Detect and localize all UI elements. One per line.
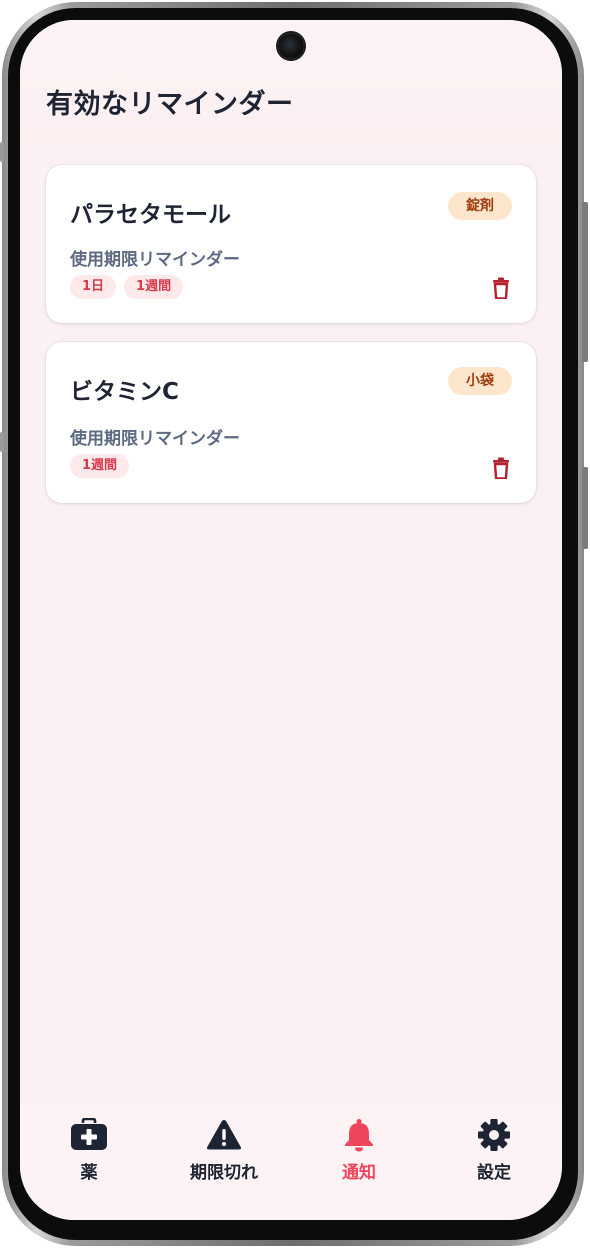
page-title: 有効なリマインダー <box>46 89 294 120</box>
volume-button <box>582 202 588 362</box>
gear-icon <box>478 1119 510 1151</box>
medicine-type-badge: 小袋 <box>448 367 512 395</box>
reminder-subtitle: 使用期限リマインダー <box>70 429 240 449</box>
bottom-navigation: 薬 期限切れ 通知 設定 <box>20 1104 562 1220</box>
reminder-chip: 1週間 <box>70 454 130 478</box>
reminder-chip: 1日 <box>70 275 117 299</box>
reminder-chips: 1日 1週間 <box>70 275 184 299</box>
bell-icon <box>345 1119 373 1152</box>
medicine-type-badge: 錠剤 <box>448 192 512 220</box>
reminder-chip: 1週間 <box>124 275 184 299</box>
reminder-card[interactable]: ビタミンC 小袋 使用期限リマインダー 1週間 <box>46 342 536 503</box>
nav-label: 薬 <box>80 1163 98 1183</box>
nav-label: 通知 <box>342 1163 376 1183</box>
warning-icon <box>207 1120 241 1150</box>
delete-icon[interactable] <box>492 277 510 299</box>
side-marker <box>0 432 4 452</box>
front-camera <box>278 33 304 59</box>
reminder-card[interactable]: パラセタモール 錠剤 使用期限リマインダー 1日 1週間 <box>46 165 536 323</box>
medicine-name: パラセタモール <box>70 202 231 228</box>
nav-label: 設定 <box>477 1163 511 1183</box>
nav-label: 期限切れ <box>190 1163 258 1183</box>
side-marker <box>0 142 4 162</box>
nav-item-expired[interactable]: 期限切れ <box>164 1118 284 1188</box>
medicine-kit-icon <box>71 1118 107 1150</box>
reminder-subtitle: 使用期限リマインダー <box>70 250 240 270</box>
app-screen: 有効なリマインダー パラセタモール 錠剤 使用期限リマインダー 1日 1週間 ビ… <box>20 20 562 1220</box>
power-button <box>582 467 588 549</box>
nav-item-settings[interactable]: 設定 <box>434 1118 554 1188</box>
nav-item-medicines[interactable]: 薬 <box>29 1118 149 1188</box>
delete-icon[interactable] <box>492 457 510 479</box>
medicine-name: ビタミンC <box>70 379 179 405</box>
reminder-chips: 1週間 <box>70 454 130 478</box>
nav-item-notifications[interactable]: 通知 <box>299 1118 419 1188</box>
